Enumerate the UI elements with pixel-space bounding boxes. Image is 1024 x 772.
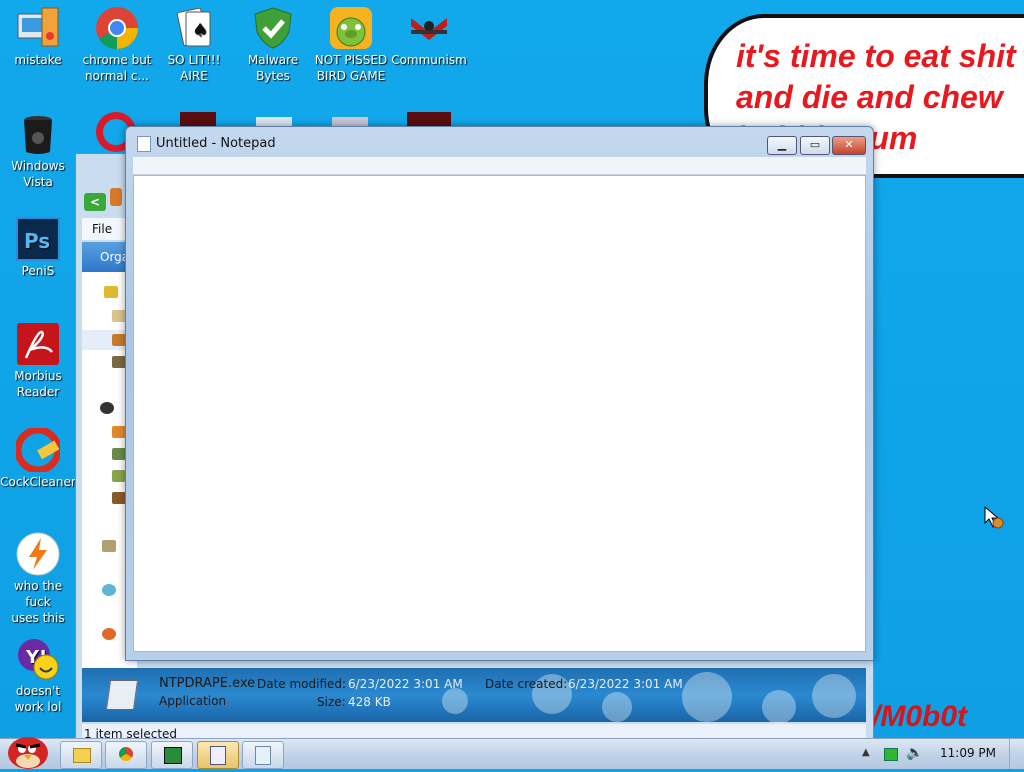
pdf-reader-icon [16,322,60,366]
maximize-button[interactable]: ▭ [800,136,830,155]
desktop-icon-solitaire[interactable]: ♠ SO LIT!!! AIRE [156,6,232,84]
mistake-icon [16,6,60,50]
application-file-icon [105,680,139,710]
taskbar-chrome[interactable] [105,741,147,769]
desktop-icon-pissed-bird[interactable]: NOT PISSED BIRD GAME [313,6,389,84]
details-date-modified: 6/23/2022 3:01 AM [348,677,463,691]
desktop-icon-chrome[interactable]: chrome but normal c... [79,6,155,84]
notepad-text-area[interactable] [133,175,866,652]
communism-emblem-icon [407,6,451,50]
folder-icon[interactable] [112,310,126,322]
notepad-title: Untitled - Notepad [156,136,276,151]
forward-arrow-icon[interactable] [109,188,122,206]
desktop-icon-morbius-reader[interactable]: Morbius Reader [0,322,76,400]
desktop-icon-cockcleaner[interactable]: CockCleaner [0,426,76,490]
lightning-icon [16,532,60,576]
favorites-star-icon[interactable] [104,286,118,298]
taskbar-notepad[interactable] [242,741,284,769]
trash-bin-icon [16,112,60,156]
library-item-icon[interactable] [112,492,126,504]
shield-check-icon [251,6,295,50]
close-icon: ✕ [844,138,854,151]
close-button[interactable]: ✕ [832,136,866,155]
details-type: Application [159,694,227,708]
system-tray: ▲ 🔈 11:09 PM [854,739,1024,769]
minimize-button[interactable]: ▁ [767,136,797,155]
details-size-label: Size: [317,695,346,709]
network-icon[interactable] [884,748,898,761]
mouse-cursor-icon [984,505,1008,533]
desktop-icon-photoshop[interactable]: Ps PeniS [0,217,76,279]
library-item-icon[interactable] [112,426,126,438]
taskbar-explorer-open[interactable] [197,741,239,769]
libraries-icon[interactable] [100,402,114,414]
details-date-modified-label: Date modified: [257,677,347,691]
volume-icon[interactable]: 🔈 [906,745,923,761]
notepad-icon [137,136,151,152]
chrome-icon [95,6,139,50]
clock[interactable]: 11:09 PM [940,746,996,760]
taskbar-media[interactable] [151,741,193,769]
folder-icon[interactable] [112,356,126,368]
back-arrow-icon[interactable]: < [84,193,106,211]
taskbar: ▲ 🔈 11:09 PM [0,737,1024,769]
library-item-icon[interactable] [112,448,126,460]
angry-bird-icon [8,737,48,769]
folder-icon [73,748,91,763]
details-date-created: 6/23/2022 3:01 AM [568,677,683,691]
media-player-icon [164,747,182,764]
notepad-menubar[interactable] [133,157,866,175]
details-date-created-label: Date created: [485,677,568,691]
chrome-icon [119,747,133,761]
notepad-icon [255,746,271,765]
desktop-icon-communism[interactable]: Communism [391,6,467,68]
homegroup-icon[interactable] [102,540,116,552]
maximize-icon: ▭ [809,138,821,151]
taskbar-explorer[interactable] [60,741,102,769]
menu-file[interactable]: File [92,222,112,236]
details-size: 428 KB [348,695,391,709]
desktop[interactable]: mistake chrome but normal c... ♠ SO LIT!… [0,0,1024,745]
desktop-icon-avast[interactable]: who the fuck uses this [0,532,76,626]
notepad-window[interactable]: Untitled - Notepad ▁ ▭ ✕ [125,126,874,661]
details-pane: NTPDRAPE.exe Application Date modified: … [82,668,866,724]
cards-icon: ♠ [172,6,216,50]
show-hidden-icons-icon[interactable]: ▲ [862,747,870,758]
desktop-icon-mistake[interactable]: mistake [0,6,76,68]
photoshop-icon: Ps [16,217,60,261]
svg-text:Ps: Ps [24,229,50,253]
desktop-icon-windows-vista[interactable]: Windows Vista [0,112,76,190]
file-icon [210,746,226,765]
svg-text:♠: ♠ [192,20,208,41]
pig-icon [329,6,373,50]
ccleaner-icon [14,426,62,474]
show-desktop-button[interactable] [1009,739,1024,769]
start-button[interactable] [2,731,52,769]
desktop-icon-malwarebytes[interactable]: Malware Bytes [235,6,311,84]
network-icon[interactable] [102,628,116,640]
minimize-icon: ▁ [777,138,787,151]
nav-buttons: < [84,188,122,211]
desktop-icon-yahoo[interactable]: Y! doesn't work lol [0,637,76,715]
yahoo-messenger-icon: Y! [16,637,60,681]
details-filename: NTPDRAPE.exe [159,676,256,691]
folder-icon[interactable] [112,334,126,346]
library-item-icon[interactable] [112,470,126,482]
graffiti-signature: /M0b0t [872,700,968,733]
computer-icon[interactable] [102,584,116,596]
